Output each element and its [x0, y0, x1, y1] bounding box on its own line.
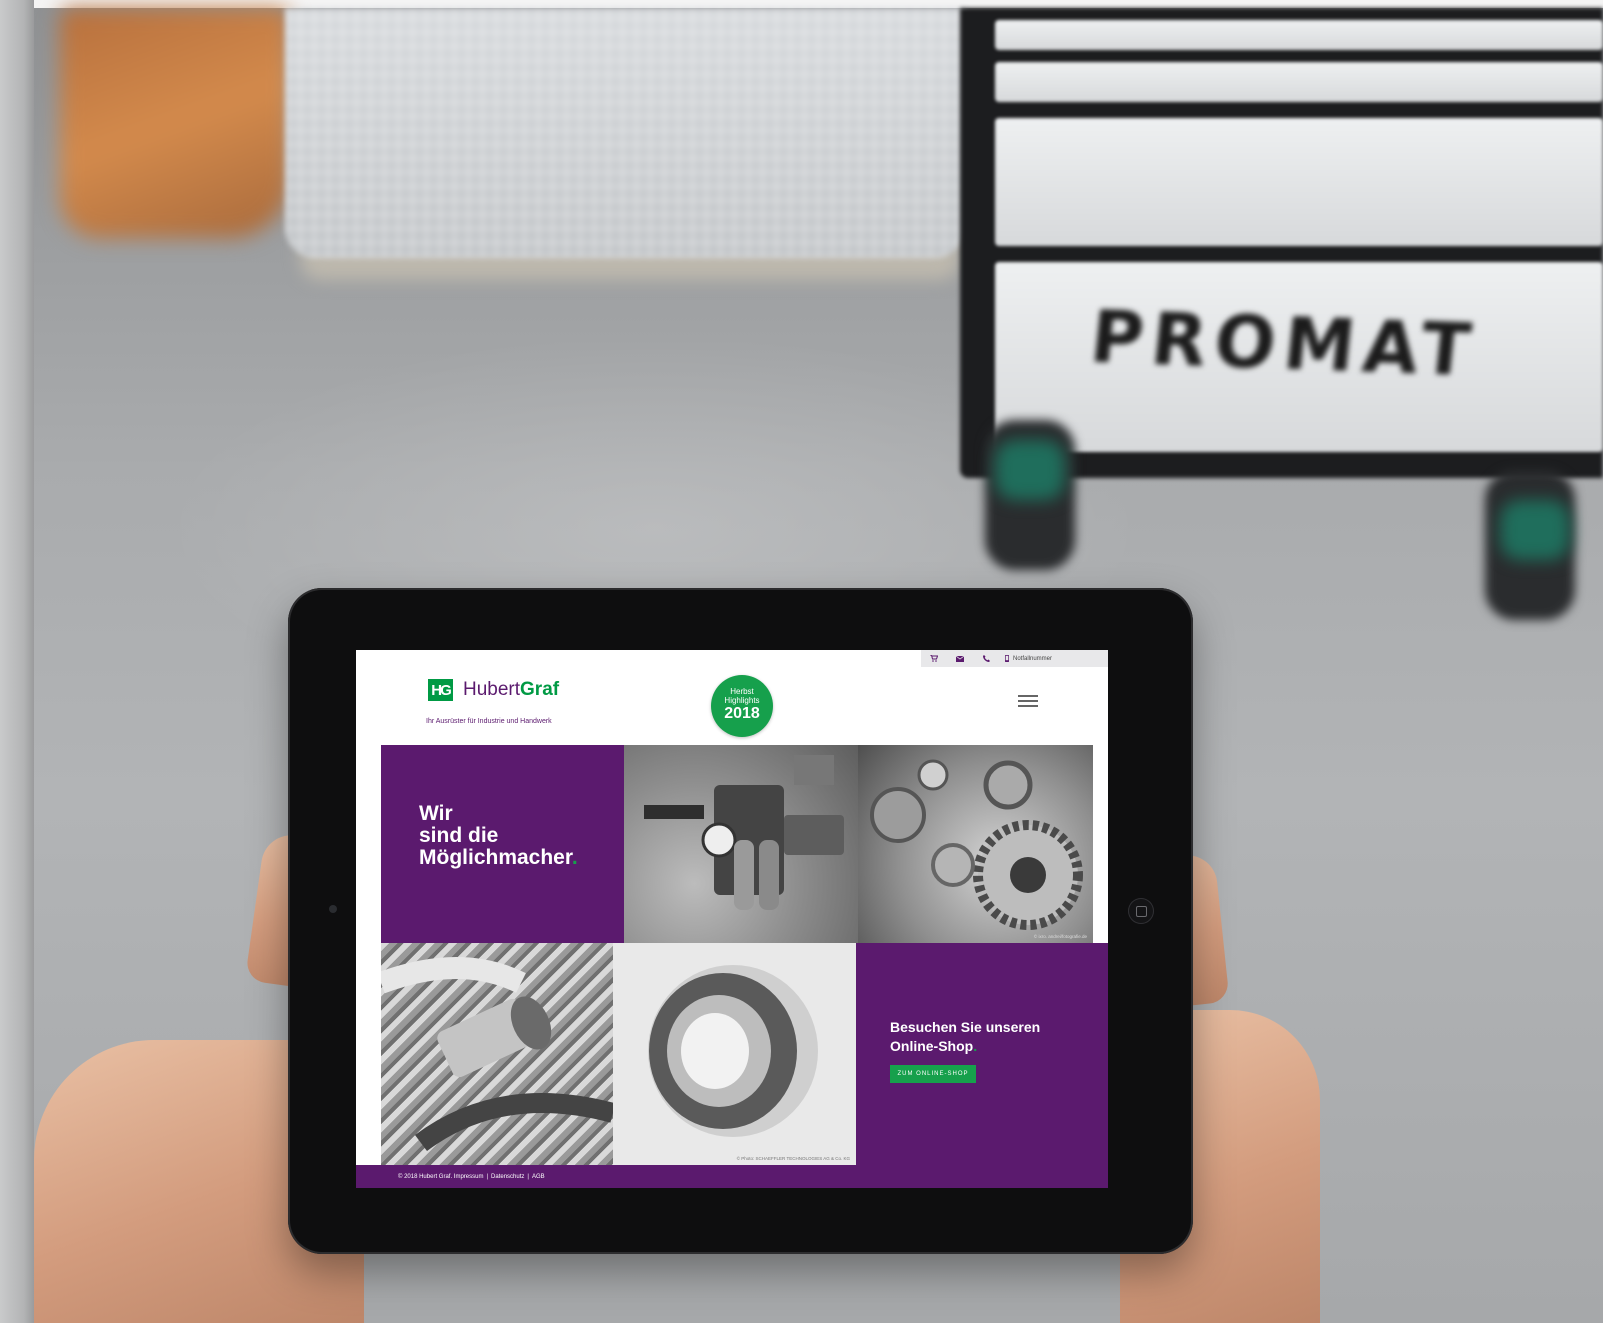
logo-mark: HG	[428, 679, 453, 701]
cart-icon[interactable]	[921, 650, 947, 667]
shop-dot: .	[973, 1038, 978, 1054]
chain-photo-caption: © ixro. andrei/fotografie.de	[1033, 934, 1087, 939]
hero-line2: sind die	[419, 824, 499, 847]
footer-agb-link[interactable]: AGB	[532, 1174, 545, 1180]
badge-line1: Herbst	[730, 687, 754, 696]
hero-tile: Wir sind die Möglichmacher.	[381, 745, 624, 943]
content-grid: Wir sind die Möglichmacher. © ixro. andr…	[356, 745, 1108, 1165]
shop-headline: Besuchen Sie unseren Online-Shop.	[890, 1018, 1040, 1056]
shop-title-line2: Online-Shop	[890, 1038, 974, 1054]
chain-coupling-photo[interactable]: © ixro. andrei/fotografie.de	[858, 745, 1093, 943]
mobile-icon	[1005, 655, 1009, 662]
footer-datenschutz-link[interactable]: Datenschutz	[491, 1174, 524, 1180]
site-footer: © 2018 Hubert Graf. Impressum | Datensch…	[356, 1165, 1108, 1188]
hotline-link[interactable]: Notfallnummer	[999, 655, 1052, 662]
pneumatics-photo[interactable]	[624, 745, 858, 943]
shop-title-line1: Besuchen Sie unseren	[890, 1019, 1041, 1035]
footer-impressum-link[interactable]: Impressum	[454, 1174, 484, 1180]
cabinet-brand-lettering: PROMAT	[1086, 294, 1483, 393]
mail-icon[interactable]	[947, 650, 973, 667]
background-wire-crate	[285, 8, 965, 258]
badge-line2: Highlights	[724, 696, 760, 705]
site-logo[interactable]: HG HubertGraf	[428, 679, 559, 701]
background-orange-object	[60, 8, 290, 238]
phone-icon[interactable]	[973, 650, 999, 667]
badge-year: 2018	[724, 705, 760, 722]
hero-dot: .	[571, 846, 578, 869]
hose-photo[interactable]	[381, 943, 613, 1165]
footer-separator: |	[527, 1173, 529, 1180]
hotline-label: Notfallnummer	[1013, 655, 1053, 662]
hero-line1: Wir	[419, 802, 453, 825]
hero-headline: Wir sind die Möglichmacher.	[419, 803, 578, 869]
footer-separator: |	[486, 1173, 489, 1180]
tablet-screen: Notfallnummer HG HubertGraf Ihr Ausrüste…	[356, 650, 1108, 1188]
logo-first: Hubert	[463, 679, 521, 700]
cabinet-drawer	[995, 62, 1603, 102]
online-shop-button[interactable]: ZUM ONLINE-SHOP	[890, 1065, 976, 1083]
highlights-badge[interactable]: Herbst Highlights 2018	[711, 675, 773, 737]
shop-tile: Besuchen Sie unseren Online-Shop. ZUM ON…	[856, 943, 1108, 1165]
cabinet-drawer	[995, 118, 1603, 246]
cabinet-drawer	[995, 20, 1603, 50]
hamburger-menu-icon[interactable]	[1018, 695, 1038, 709]
background-wall	[0, 0, 34, 1323]
bearing-photo-caption: © Photo: SCHAEFFLER TECHNOLOGIES AG & Co…	[736, 1156, 850, 1161]
tablet-camera	[329, 905, 337, 913]
background-top-strip	[34, 0, 1603, 8]
site-tagline: Ihr Ausrüster für Industrie und Handwerk	[426, 718, 552, 725]
utility-bar: Notfallnummer	[921, 650, 1108, 667]
footer-copyright: © 2018 Hubert Graf.	[398, 1173, 453, 1180]
bearing-photo[interactable]: © Photo: SCHAEFFLER TECHNOLOGIES AG & Co…	[613, 943, 856, 1165]
cabinet-wheel-accent	[1500, 500, 1570, 560]
cabinet-wheel-accent	[995, 440, 1065, 500]
hero-line3: Möglichmacher	[419, 846, 572, 869]
tablet-home-button[interactable]	[1128, 898, 1154, 924]
site-header: HG HubertGraf Ihr Ausrüster für Industri…	[356, 667, 1108, 745]
logo-wordmark: HubertGraf	[463, 679, 559, 701]
logo-second: Graf	[520, 679, 560, 700]
